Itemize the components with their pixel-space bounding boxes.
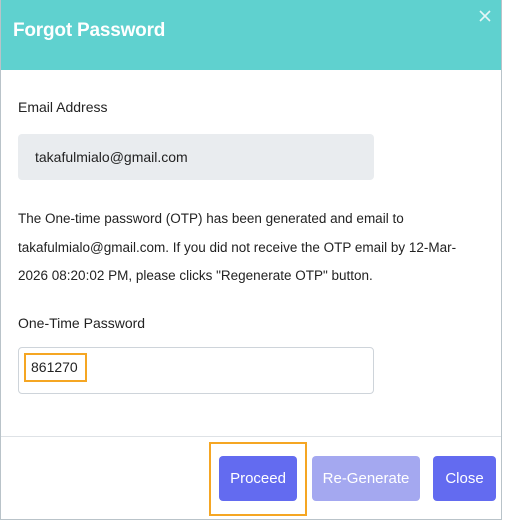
otp-message-line-3: 2026 08:20:02 PM, please clicks "Regener… bbox=[18, 268, 373, 283]
regenerate-button[interactable]: Re-Generate bbox=[312, 456, 420, 501]
email-label: Email Address bbox=[18, 99, 108, 115]
modal-header: Forgot Password bbox=[1, 0, 501, 70]
otp-message-line-1: The One-time password (OTP) has been gen… bbox=[18, 211, 404, 226]
otp-input[interactable]: 861270 bbox=[18, 347, 374, 394]
otp-label: One-Time Password bbox=[18, 315, 146, 331]
modal-title: Forgot Password bbox=[13, 20, 166, 41]
otp-message-line-2: takafulmialo@gmail.com. If you did not r… bbox=[18, 239, 457, 255]
close-button[interactable]: Close bbox=[433, 456, 496, 501]
otp-value-highlight: 861270 bbox=[24, 353, 87, 382]
footer-divider bbox=[1, 436, 501, 437]
email-field: takafulmialo@gmail.com bbox=[18, 134, 374, 180]
otp-message: The One-time password (OTP) has been gen… bbox=[18, 205, 498, 291]
proceed-button[interactable]: Proceed bbox=[219, 456, 297, 501]
forgot-password-modal: Forgot Password Email Address takafulmia… bbox=[0, 0, 502, 520]
close-icon[interactable] bbox=[477, 8, 493, 24]
